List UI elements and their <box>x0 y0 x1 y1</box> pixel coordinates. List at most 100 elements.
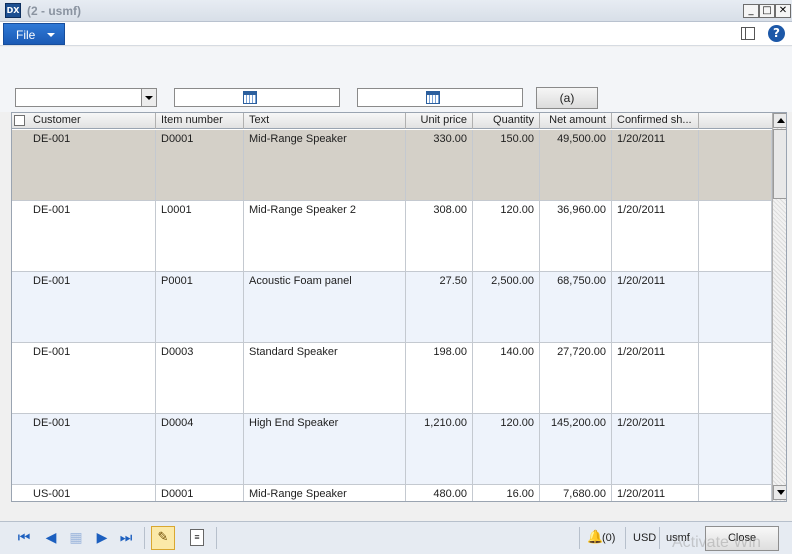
cell-confirmed-ship-date[interactable]: 1/20/2011 <box>612 485 699 501</box>
cell-confirmed-ship-date[interactable]: 1/20/2011 <box>612 201 699 271</box>
cell-customer[interactable]: US-001 <box>28 485 156 501</box>
column-header-unit-price[interactable]: Unit price <box>406 113 473 129</box>
cell-quantity[interactable]: 140.00 <box>473 343 540 413</box>
close-window-button[interactable]: ✕ <box>775 4 791 18</box>
cell-filler <box>699 272 772 342</box>
edit-pencil-icon[interactable]: ✎ <box>151 526 175 550</box>
previous-record-icon[interactable]: ◀ <box>43 530 59 546</box>
column-header-customer[interactable]: Customer <box>28 113 156 129</box>
next-record-icon[interactable]: ▶ <box>94 530 110 546</box>
last-record-icon[interactable]: ⏭ <box>118 530 134 546</box>
cell-quantity[interactable]: 120.00 <box>473 201 540 271</box>
cell-text[interactable]: Acoustic Foam panel <box>244 272 406 342</box>
attachment-icon[interactable]: ≡ <box>190 529 204 546</box>
file-menu-label: File <box>16 28 36 42</box>
scroll-thumb[interactable] <box>773 129 786 199</box>
cell-text[interactable]: Mid-Range Speaker 2 <box>244 201 406 271</box>
table-row[interactable]: US-001 D0001 Mid-Range Speaker 480.00 16.00 7… <box>12 485 772 501</box>
divider <box>216 527 217 549</box>
cell-net-amount[interactable]: 68,750.00 <box>540 272 612 342</box>
from-date-field[interactable] <box>174 88 340 107</box>
cell-confirmed-ship-date[interactable]: 1/20/2011 <box>612 414 699 484</box>
cell-filler <box>699 485 772 501</box>
maximize-button[interactable]: □ <box>759 4 775 18</box>
cell-quantity[interactable]: 2,500.00 <box>473 272 540 342</box>
cell-unit-price[interactable]: 27.50 <box>406 272 473 342</box>
table-row[interactable]: DE-001 D0004 High End Speaker 1,210.00 120.0… <box>12 414 772 485</box>
layout-toggle-icon[interactable] <box>741 27 755 40</box>
cell-unit-price[interactable]: 330.00 <box>406 130 473 200</box>
cell-net-amount[interactable]: 145,200.00 <box>540 414 612 484</box>
first-record-icon[interactable]: ⏮ <box>16 530 32 546</box>
cell-customer[interactable]: DE-001 <box>28 130 156 200</box>
filter-dropdown[interactable] <box>15 88 157 107</box>
cell-text[interactable]: Mid-Range Speaker <box>244 485 406 501</box>
cell-item-number[interactable]: D0001 <box>156 130 244 200</box>
cell-net-amount[interactable]: 49,500.00 <box>540 130 612 200</box>
title-bar: DX (2 - usmf) _ □ ✕ <box>0 0 792 22</box>
scroll-down-icon[interactable] <box>773 485 786 500</box>
divider <box>659 527 660 549</box>
cell-confirmed-ship-date[interactable]: 1/20/2011 <box>612 130 699 200</box>
app-icon: DX <box>5 3 21 18</box>
notification-count[interactable]: (0) <box>602 532 615 544</box>
filter-area: (a) <box>0 47 792 112</box>
cell-net-amount[interactable]: 7,680.00 <box>540 485 612 501</box>
column-header-text[interactable]: Text <box>244 113 406 129</box>
cell-item-number[interactable]: D0001 <box>156 485 244 501</box>
activation-watermark: Activate Win <box>672 534 761 551</box>
divider <box>579 527 580 549</box>
file-menu-button[interactable]: File <box>3 23 65 45</box>
notification-bell-icon[interactable]: 🔔 <box>587 530 603 545</box>
cell-unit-price[interactable]: 1,210.00 <box>406 414 473 484</box>
cell-unit-price[interactable]: 308.00 <box>406 201 473 271</box>
lines-grid: Customer Item number Text Unit price Qua… <box>11 112 787 502</box>
cell-customer[interactable]: DE-001 <box>28 414 156 484</box>
cell-text[interactable]: Standard Speaker <box>244 343 406 413</box>
column-header-item-number[interactable]: Item number <box>156 113 244 129</box>
calendar-icon[interactable] <box>243 91 257 104</box>
cell-quantity[interactable]: 16.00 <box>473 485 540 501</box>
cell-filler <box>699 343 772 413</box>
cell-unit-price[interactable]: 480.00 <box>406 485 473 501</box>
cell-text[interactable]: High End Speaker <box>244 414 406 484</box>
cell-net-amount[interactable]: 27,720.00 <box>540 343 612 413</box>
cell-customer[interactable]: DE-001 <box>28 272 156 342</box>
divider <box>144 527 145 549</box>
cell-item-number[interactable]: D0004 <box>156 414 244 484</box>
grid-view-icon[interactable]: ▦ <box>68 530 84 546</box>
cell-net-amount[interactable]: 36,960.00 <box>540 201 612 271</box>
cell-confirmed-ship-date[interactable]: 1/20/2011 <box>612 272 699 342</box>
grid-header: Customer Item number Text Unit price Qua… <box>12 113 772 129</box>
cell-quantity[interactable]: 150.00 <box>473 130 540 200</box>
cell-item-number[interactable]: D0003 <box>156 343 244 413</box>
currency-indicator[interactable]: USD <box>633 532 656 544</box>
table-row[interactable]: DE-001 D0001 Mid-Range Speaker 330.00 150.00… <box>12 130 772 201</box>
apply-button[interactable]: (a) <box>536 87 598 109</box>
cell-unit-price[interactable]: 198.00 <box>406 343 473 413</box>
scroll-up-icon[interactable] <box>773 113 786 128</box>
calendar-icon[interactable] <box>426 91 440 104</box>
to-date-field[interactable] <box>357 88 523 107</box>
cell-item-number[interactable]: L0001 <box>156 201 244 271</box>
divider <box>625 527 626 549</box>
cell-confirmed-ship-date[interactable]: 1/20/2011 <box>612 343 699 413</box>
cell-filler <box>699 201 772 271</box>
cell-quantity[interactable]: 120.00 <box>473 414 540 484</box>
cell-item-number[interactable]: P0001 <box>156 272 244 342</box>
column-header-confirmed-ship-date[interactable]: Confirmed sh... <box>612 113 699 129</box>
cell-text[interactable]: Mid-Range Speaker <box>244 130 406 200</box>
dropdown-arrow-icon[interactable] <box>141 89 156 106</box>
help-icon[interactable]: ? <box>768 25 785 42</box>
minimize-button[interactable]: _ <box>743 4 759 18</box>
table-row[interactable]: DE-001 L0001 Mid-Range Speaker 2 308.00 120.… <box>12 201 772 272</box>
vertical-scrollbar[interactable] <box>772 113 786 501</box>
select-all-checkbox[interactable] <box>14 115 25 126</box>
cell-customer[interactable]: DE-001 <box>28 343 156 413</box>
column-header-quantity[interactable]: Quantity <box>473 113 540 129</box>
cell-filler <box>699 414 772 484</box>
table-row[interactable]: DE-001 P0001 Acoustic Foam panel 27.50 2,500… <box>12 272 772 343</box>
column-header-net-amount[interactable]: Net amount <box>540 113 612 129</box>
table-row[interactable]: DE-001 D0003 Standard Speaker 198.00 140.00 2… <box>12 343 772 414</box>
cell-customer[interactable]: DE-001 <box>28 201 156 271</box>
